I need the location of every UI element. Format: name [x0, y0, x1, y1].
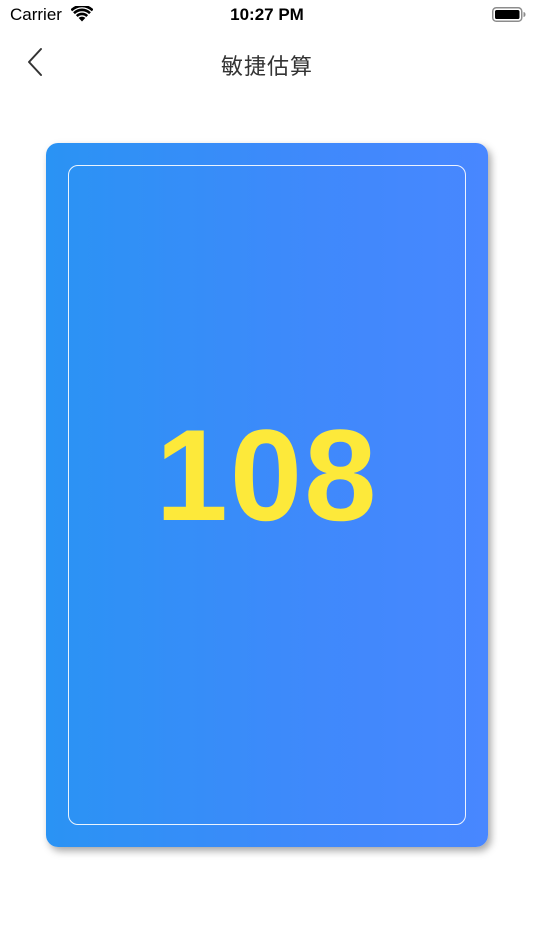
- battery-full-icon: [492, 7, 526, 22]
- clock: 10:27 PM: [230, 5, 304, 24]
- navigation-bar: 敏捷估算: [0, 38, 534, 90]
- screen: Carrier 10:27 PM 敏捷估算 108: [0, 0, 534, 950]
- page-title: 敏捷估算: [220, 55, 313, 80]
- status-bar: Carrier 10:27 PM: [0, 0, 534, 30]
- card-value: 108: [155, 402, 379, 548]
- estimate-card[interactable]: 108: [46, 143, 488, 847]
